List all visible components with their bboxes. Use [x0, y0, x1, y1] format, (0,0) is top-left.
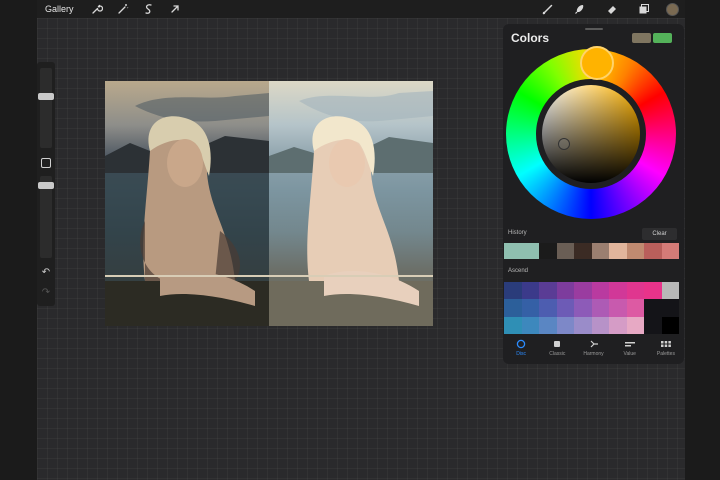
palette-swatch[interactable] [556, 316, 574, 334]
brush-size-handle[interactable] [38, 93, 54, 100]
history-swatch[interactable] [521, 243, 539, 259]
wheel-center [536, 79, 646, 189]
gallery-button[interactable]: Gallery [45, 4, 74, 14]
palette-swatch[interactable] [504, 299, 522, 317]
value-sliders-icon [624, 342, 635, 347]
tab-palettes[interactable]: Palettes [648, 338, 684, 362]
classic-square-icon [554, 341, 561, 347]
palette-swatch[interactable] [556, 282, 574, 300]
tab-value[interactable]: Value [612, 338, 648, 362]
palette-swatch[interactable] [661, 282, 679, 300]
palette-swatch[interactable] [521, 282, 539, 300]
palette-grid [504, 282, 679, 334]
palette-swatch[interactable] [574, 282, 592, 300]
selection-icon[interactable] [142, 2, 156, 16]
palette-swatch[interactable] [591, 282, 609, 300]
tab-label: Value [623, 351, 636, 357]
tab-label: Palettes [656, 351, 675, 357]
original-photo [105, 81, 269, 326]
palette-swatch[interactable] [591, 299, 609, 317]
palette-swatch[interactable] [644, 316, 662, 334]
panel-title: Colors [511, 31, 550, 45]
disc-icon [516, 339, 526, 349]
history-swatches [504, 243, 679, 259]
palette-label: Ascend [508, 268, 529, 274]
current-color-button[interactable] [666, 2, 679, 16]
colors-panel: Colors History Clear Ascend Disc Classic… [503, 24, 684, 364]
left-sidebar: ↶ ↷ [37, 62, 55, 306]
palette-swatch[interactable] [591, 316, 609, 334]
top-toolbar: Gallery [37, 0, 685, 18]
panel-drag-handle[interactable] [585, 28, 603, 30]
painted-version [269, 81, 433, 326]
palette-swatch[interactable] [626, 299, 644, 317]
history-swatch[interactable] [644, 243, 662, 259]
palette-swatch[interactable] [661, 316, 679, 334]
right-letterbox [685, 0, 720, 480]
palette-swatch[interactable] [539, 282, 557, 300]
palette-swatch[interactable] [556, 299, 574, 317]
wrench-icon[interactable] [90, 2, 104, 16]
history-label: History [508, 230, 527, 236]
palette-swatch[interactable] [504, 282, 522, 300]
palette-swatch[interactable] [609, 316, 627, 334]
palettes-grid-icon [660, 341, 671, 347]
tab-label: Disc [516, 351, 526, 357]
guide-line [105, 275, 433, 277]
color-mode-tabs: Disc Classic Harmony Value Palettes [503, 338, 684, 362]
eraser-icon[interactable] [605, 2, 619, 16]
brush-icon[interactable] [541, 2, 555, 16]
modify-button[interactable] [41, 158, 51, 168]
harmony-icon [590, 340, 598, 348]
palette-swatch[interactable] [574, 316, 592, 334]
saturation-brightness-disc[interactable] [542, 85, 640, 183]
brush-size-slider[interactable] [40, 68, 52, 148]
primary-color-swatch[interactable] [632, 33, 651, 43]
color-picker-cursor[interactable] [558, 138, 570, 150]
palette-swatch[interactable] [521, 316, 539, 334]
history-swatch[interactable] [556, 243, 574, 259]
palette-swatch[interactable] [626, 282, 644, 300]
palette-swatch[interactable] [644, 299, 662, 317]
hue-handle[interactable] [580, 46, 614, 80]
secondary-color-swatch[interactable] [653, 33, 672, 43]
redo-button[interactable]: ↷ [40, 288, 52, 298]
history-swatch[interactable] [574, 243, 592, 259]
tab-label: Harmony [583, 351, 604, 357]
palette-swatch[interactable] [521, 299, 539, 317]
palette-swatch[interactable] [504, 316, 522, 334]
smudge-icon[interactable] [573, 2, 587, 16]
undo-button[interactable]: ↶ [40, 268, 52, 278]
transform-arrow-icon[interactable] [168, 2, 182, 16]
tab-label: Classic [549, 351, 566, 357]
history-swatch[interactable] [504, 243, 522, 259]
history-swatch[interactable] [609, 243, 627, 259]
tab-classic[interactable]: Classic [539, 338, 575, 362]
tab-harmony[interactable]: Harmony [575, 338, 611, 362]
palette-swatch[interactable] [539, 299, 557, 317]
palette-swatch[interactable] [609, 299, 627, 317]
tab-disc[interactable]: Disc [503, 338, 539, 362]
palette-swatch[interactable] [661, 299, 679, 317]
magic-wand-icon[interactable] [116, 2, 130, 16]
history-swatch[interactable] [626, 243, 644, 259]
left-letterbox [0, 0, 37, 480]
palette-swatch[interactable] [609, 282, 627, 300]
palette-swatch[interactable] [644, 282, 662, 300]
clear-history-button[interactable]: Clear [642, 228, 677, 240]
artwork-image[interactable] [105, 81, 433, 326]
history-swatch[interactable] [539, 243, 557, 259]
top-right-tools [532, 2, 679, 16]
layers-icon[interactable] [637, 2, 651, 16]
history-swatch[interactable] [591, 243, 609, 259]
opacity-handle[interactable] [38, 182, 54, 189]
palette-swatch[interactable] [574, 299, 592, 317]
palette-swatch[interactable] [626, 316, 644, 334]
history-swatch[interactable] [661, 243, 679, 259]
palette-swatch[interactable] [539, 316, 557, 334]
